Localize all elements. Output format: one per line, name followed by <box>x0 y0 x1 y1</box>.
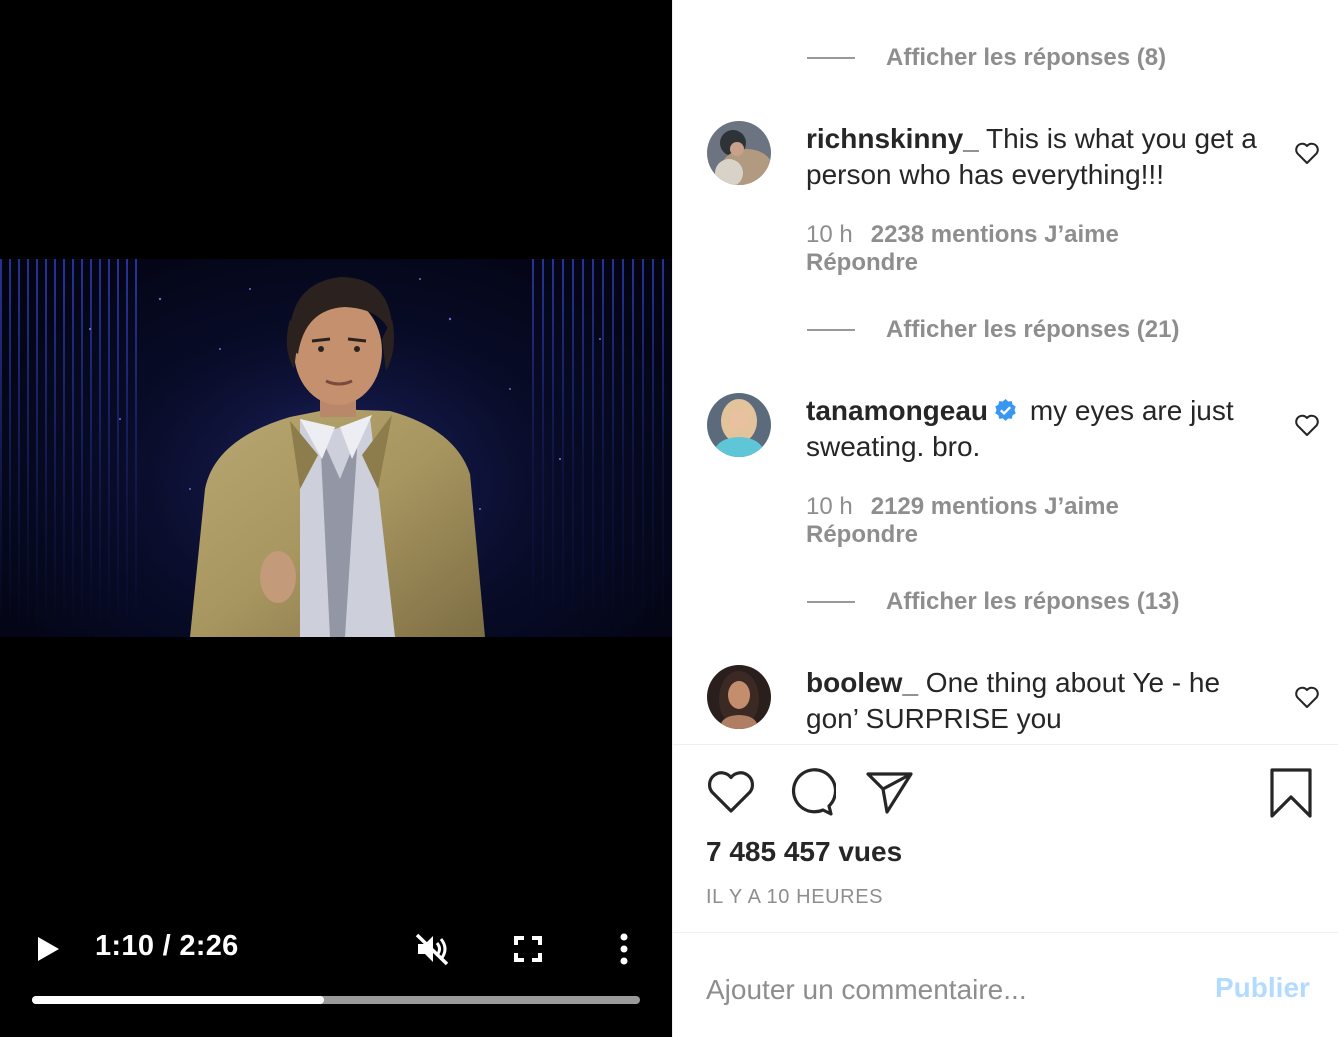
view-replies-label: Afficher les réponses (13) <box>886 588 1180 615</box>
reply-button[interactable]: Répondre <box>806 249 1119 277</box>
replies-divider-line <box>807 57 855 59</box>
video-time: 1:10 / 2:26 <box>95 930 239 962</box>
view-replies-label: Afficher les réponses (21) <box>886 316 1180 343</box>
comment-text: boolew_ One thing about Ye - he gon’ SUR… <box>806 665 1276 737</box>
comment-time[interactable]: 10 h <box>806 221 853 248</box>
video-progress-bar[interactable] <box>32 996 640 1004</box>
fullscreen-icon[interactable] <box>513 935 543 963</box>
replies-divider-line <box>807 329 855 331</box>
view-count[interactable]: 7 485 457 vues <box>706 836 902 868</box>
post-timestamp[interactable]: IL Y A 10 HEURES <box>706 886 883 909</box>
post-sidebar: Afficher les réponses (8) richnskinny_ T… <box>672 0 1338 1037</box>
heart-icon[interactable] <box>1294 413 1320 437</box>
add-comment-input[interactable] <box>706 970 1186 1010</box>
video-frame[interactable] <box>0 259 672 637</box>
play-icon[interactable] <box>36 936 60 962</box>
view-replies-link[interactable]: Afficher les réponses (13) <box>807 588 1179 616</box>
hologram-figure <box>80 277 601 637</box>
view-replies-link[interactable]: Afficher les réponses (21) <box>807 316 1179 344</box>
heart-icon[interactable] <box>1294 141 1320 165</box>
bookmark-icon[interactable] <box>1269 767 1313 819</box>
comment-meta: 10 h 2238 mentions J’aime Répondre <box>806 221 1119 277</box>
comment-text: tanamongeau my eyes are just sweating. b… <box>806 393 1276 465</box>
video-player[interactable]: 1:10 / 2:26 <box>0 0 672 1037</box>
heart-icon[interactable] <box>706 769 756 815</box>
view-replies-label: Afficher les réponses (8) <box>886 44 1167 71</box>
view-replies-link[interactable]: Afficher les réponses (8) <box>807 44 1166 72</box>
publish-button[interactable]: Publier <box>1215 972 1310 1004</box>
reply-button[interactable]: Répondre <box>806 521 1119 549</box>
avatar[interactable] <box>707 393 771 457</box>
comment-username[interactable]: tanamongeau <box>806 395 988 426</box>
verified-badge-icon <box>995 399 1016 421</box>
comment-username[interactable]: boolew_ <box>806 667 918 698</box>
comment-meta: 10 h 2129 mentions J’aime Répondre <box>806 493 1119 549</box>
composer-divider <box>673 932 1338 933</box>
comment-likes[interactable]: 2238 mentions J’aime <box>871 221 1119 248</box>
heart-icon[interactable] <box>1294 685 1320 709</box>
share-icon[interactable] <box>865 769 915 815</box>
actions-divider <box>673 744 1338 745</box>
muted-speaker-icon[interactable] <box>414 932 450 966</box>
avatar[interactable] <box>707 665 771 729</box>
more-vertical-icon[interactable] <box>614 932 634 966</box>
comment-likes[interactable]: 2129 mentions J’aime <box>871 493 1119 520</box>
comments-list[interactable]: Afficher les réponses (8) richnskinny_ T… <box>673 0 1338 744</box>
replies-divider-line <box>807 601 855 603</box>
comment-icon[interactable] <box>786 767 836 817</box>
comment-time[interactable]: 10 h <box>806 493 853 520</box>
comment-username[interactable]: richnskinny_ <box>806 123 979 154</box>
video-progress-fill <box>32 996 324 1004</box>
avatar[interactable] <box>707 121 771 185</box>
comment-text: richnskinny_ This is what you get a pers… <box>806 121 1276 193</box>
